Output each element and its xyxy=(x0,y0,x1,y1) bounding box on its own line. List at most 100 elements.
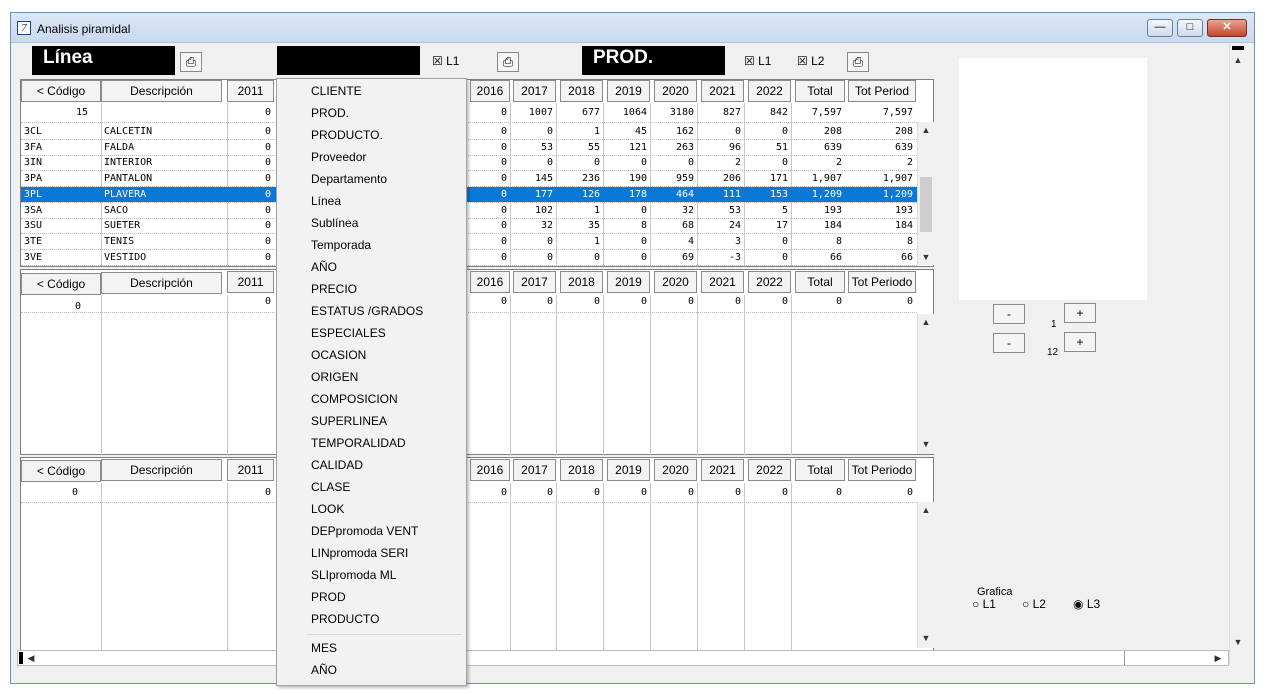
menu-item[interactable]: PRODUCTO xyxy=(311,608,379,630)
l1-checkbox-2[interactable]: ☒ L1 xyxy=(744,54,771,68)
menu-item[interactable]: SUPERLINEA xyxy=(311,410,387,432)
menu-item[interactable]: LOOK xyxy=(311,498,344,520)
minimize-button[interactable]: — xyxy=(1147,19,1173,37)
header-2021[interactable]: 2021 xyxy=(701,459,744,481)
menu-item[interactable]: SLIpromoda ML xyxy=(311,564,396,586)
table-row[interactable]: 3PL PLAVERA 0 0 177 126 178 464 111 153 1,209 1,209 xyxy=(21,187,917,202)
scroll-up-arrow[interactable]: ▲ xyxy=(918,122,934,138)
menu-item[interactable]: PRECIO xyxy=(311,278,357,300)
header-descripcion[interactable]: Descripción xyxy=(101,459,222,481)
table-row[interactable]: 3VE VESTIDO 0 0 0 0 0 69 -3 0 66 66 xyxy=(21,250,917,265)
header-2017[interactable]: 2017 xyxy=(513,271,556,293)
menu-item[interactable]: OCASION xyxy=(311,344,366,366)
menu-item[interactable]: Temporada xyxy=(311,234,371,256)
menu-item[interactable]: ORIGEN xyxy=(311,366,358,388)
menu-item[interactable]: PROD. xyxy=(311,102,349,124)
prod-box[interactable]: PROD. xyxy=(582,46,725,75)
header-total[interactable]: Total xyxy=(795,271,845,293)
menu-item[interactable]: ESTATUS /GRADOS xyxy=(311,300,423,322)
header-2019[interactable]: 2019 xyxy=(607,80,650,102)
menu-item[interactable]: Sublínea xyxy=(311,212,358,234)
header-2016[interactable]: 2016 xyxy=(470,80,510,102)
menu-item[interactable]: AÑO xyxy=(311,659,337,681)
scroll-down-arrow[interactable]: ▼ xyxy=(918,630,934,646)
menu-item[interactable]: Departamento xyxy=(311,168,387,190)
increment-button-1[interactable]: + xyxy=(1064,303,1096,323)
table-row[interactable]: 3TE TENIS 0 0 0 1 0 4 3 0 8 8 xyxy=(21,234,917,249)
table-row[interactable]: 3FA FALDA 0 0 53 55 121 263 96 51 639 639 xyxy=(21,140,917,155)
scroll-down-arrow[interactable]: ▼ xyxy=(918,436,934,452)
header-2018[interactable]: 2018 xyxy=(560,80,603,102)
header-2020[interactable]: 2020 xyxy=(654,459,697,481)
header-2018[interactable]: 2018 xyxy=(560,459,603,481)
grafica-l2-radio[interactable]: ○ L2 xyxy=(1022,597,1046,611)
grafica-l1-radio[interactable]: ○ L1 xyxy=(972,597,996,611)
scroll-down-arrow[interactable]: ▼ xyxy=(918,249,934,265)
menu-item[interactable]: AÑO xyxy=(311,256,337,278)
linea-box[interactable]: Línea xyxy=(32,46,175,75)
header-2018[interactable]: 2018 xyxy=(560,271,603,293)
table-row[interactable]: 3CL CALCETIN 0 0 0 1 45 162 0 0 208 208 xyxy=(21,124,917,139)
l2-checkbox[interactable]: ☒ L2 xyxy=(797,54,824,68)
close-button[interactable]: ✕ xyxy=(1207,19,1247,37)
header-descripcion[interactable]: Descripción xyxy=(101,272,222,294)
app-icon[interactable]: 7 xyxy=(17,21,31,35)
maximize-button[interactable]: □ xyxy=(1177,19,1203,37)
header-2011[interactable]: 2011 xyxy=(227,80,274,102)
table-row[interactable]: 3SA SACO 0 0 102 1 0 32 53 5 193 193 xyxy=(21,203,917,218)
menu-item[interactable]: DEPpromoda VENT xyxy=(311,520,418,542)
table-row[interactable]: 3PA PANTALON 0 0 145 236 190 959 206 171 1,907 1,90… xyxy=(21,171,917,186)
grid-bottom-scrollbar[interactable]: ▲ ▼ xyxy=(917,502,934,648)
grid-middle[interactable]: < Código Descripción 2011 2016 2017 2018… xyxy=(20,269,934,455)
grid-top-scrollbar[interactable]: ▲ ▼ xyxy=(917,122,934,265)
menu-item[interactable]: COMPOSICION xyxy=(311,388,398,410)
scroll-up-arrow[interactable]: ▲ xyxy=(918,502,934,518)
header-2022[interactable]: 2022 xyxy=(748,459,791,481)
header-total[interactable]: Total xyxy=(795,459,845,481)
header-2022[interactable]: 2022 xyxy=(748,80,791,102)
menu-item[interactable]: PRODUCTO. xyxy=(311,124,383,146)
header-descripcion[interactable]: Descripción xyxy=(101,80,222,102)
menu-item[interactable]: CLASE xyxy=(311,476,350,498)
print-icon[interactable]: ⎙ xyxy=(847,52,869,72)
menu-item[interactable]: LINpromoda SERI xyxy=(311,542,408,564)
header-2017[interactable]: 2017 xyxy=(513,459,556,481)
print-icon[interactable]: ⎙ xyxy=(180,52,202,72)
scroll-up-arrow[interactable]: ▲ xyxy=(1230,52,1246,68)
header-2016[interactable]: 2016 xyxy=(470,271,510,293)
menu-item[interactable]: PROD xyxy=(311,586,346,608)
window-horizontal-scrollbar[interactable]: ◀ ▶ xyxy=(17,650,1229,666)
l1-checkbox[interactable]: ☒ L1 xyxy=(432,54,459,68)
header-tot-periodo[interactable]: Tot Periodo xyxy=(848,459,916,481)
menu-item[interactable]: TEMPORALIDAD xyxy=(311,432,406,454)
header-2020[interactable]: 2020 xyxy=(654,271,697,293)
header-2021[interactable]: 2021 xyxy=(701,80,744,102)
decrement-button-2[interactable]: - xyxy=(993,333,1025,353)
scroll-left-arrow[interactable]: ◀ xyxy=(23,650,39,666)
grid-bottom[interactable]: < Código Descripción 2011 2016 2017 2018… xyxy=(20,457,934,651)
header-2011[interactable]: 2011 xyxy=(227,271,274,293)
menu-item[interactable]: Línea xyxy=(311,190,341,212)
grafica-l3-radio[interactable]: ◉ L3 xyxy=(1073,597,1100,611)
header-tot-periodo[interactable]: Tot Periodo xyxy=(848,271,916,293)
header-2021[interactable]: 2021 xyxy=(701,271,744,293)
header-2019[interactable]: 2019 xyxy=(607,459,650,481)
header-2020[interactable]: 2020 xyxy=(654,80,697,102)
print-icon[interactable]: ⎙ xyxy=(497,52,519,72)
dimension-dropdown-menu[interactable]: CLIENTE PROD. PRODUCTO. Proveedor Departamen… xyxy=(276,78,467,686)
decrement-button-1[interactable]: - xyxy=(993,304,1025,324)
grid-top[interactable]: < Código Descripción 2011 2016 2017 2018… xyxy=(20,79,934,267)
header-2019[interactable]: 2019 xyxy=(607,271,650,293)
menu-item[interactable]: CLIENTE xyxy=(311,80,362,102)
menu-item[interactable]: CALIDAD xyxy=(311,454,363,476)
header-2022[interactable]: 2022 xyxy=(748,271,791,293)
header-codigo[interactable]: < Código xyxy=(21,273,101,295)
header-tot-period[interactable]: Tot Period xyxy=(848,80,916,102)
grid-middle-scrollbar[interactable]: ▲ ▼ xyxy=(917,314,934,454)
menu-item[interactable]: ESPECIALES xyxy=(311,322,386,344)
header-codigo[interactable]: < Código xyxy=(21,460,101,482)
dimension-box[interactable] xyxy=(277,46,420,75)
scroll-down-arrow[interactable]: ▼ xyxy=(1230,634,1246,650)
window-vertical-scrollbar[interactable]: ▲ ▼ xyxy=(1229,44,1246,664)
scroll-right-arrow[interactable]: ▶ xyxy=(1210,650,1226,666)
